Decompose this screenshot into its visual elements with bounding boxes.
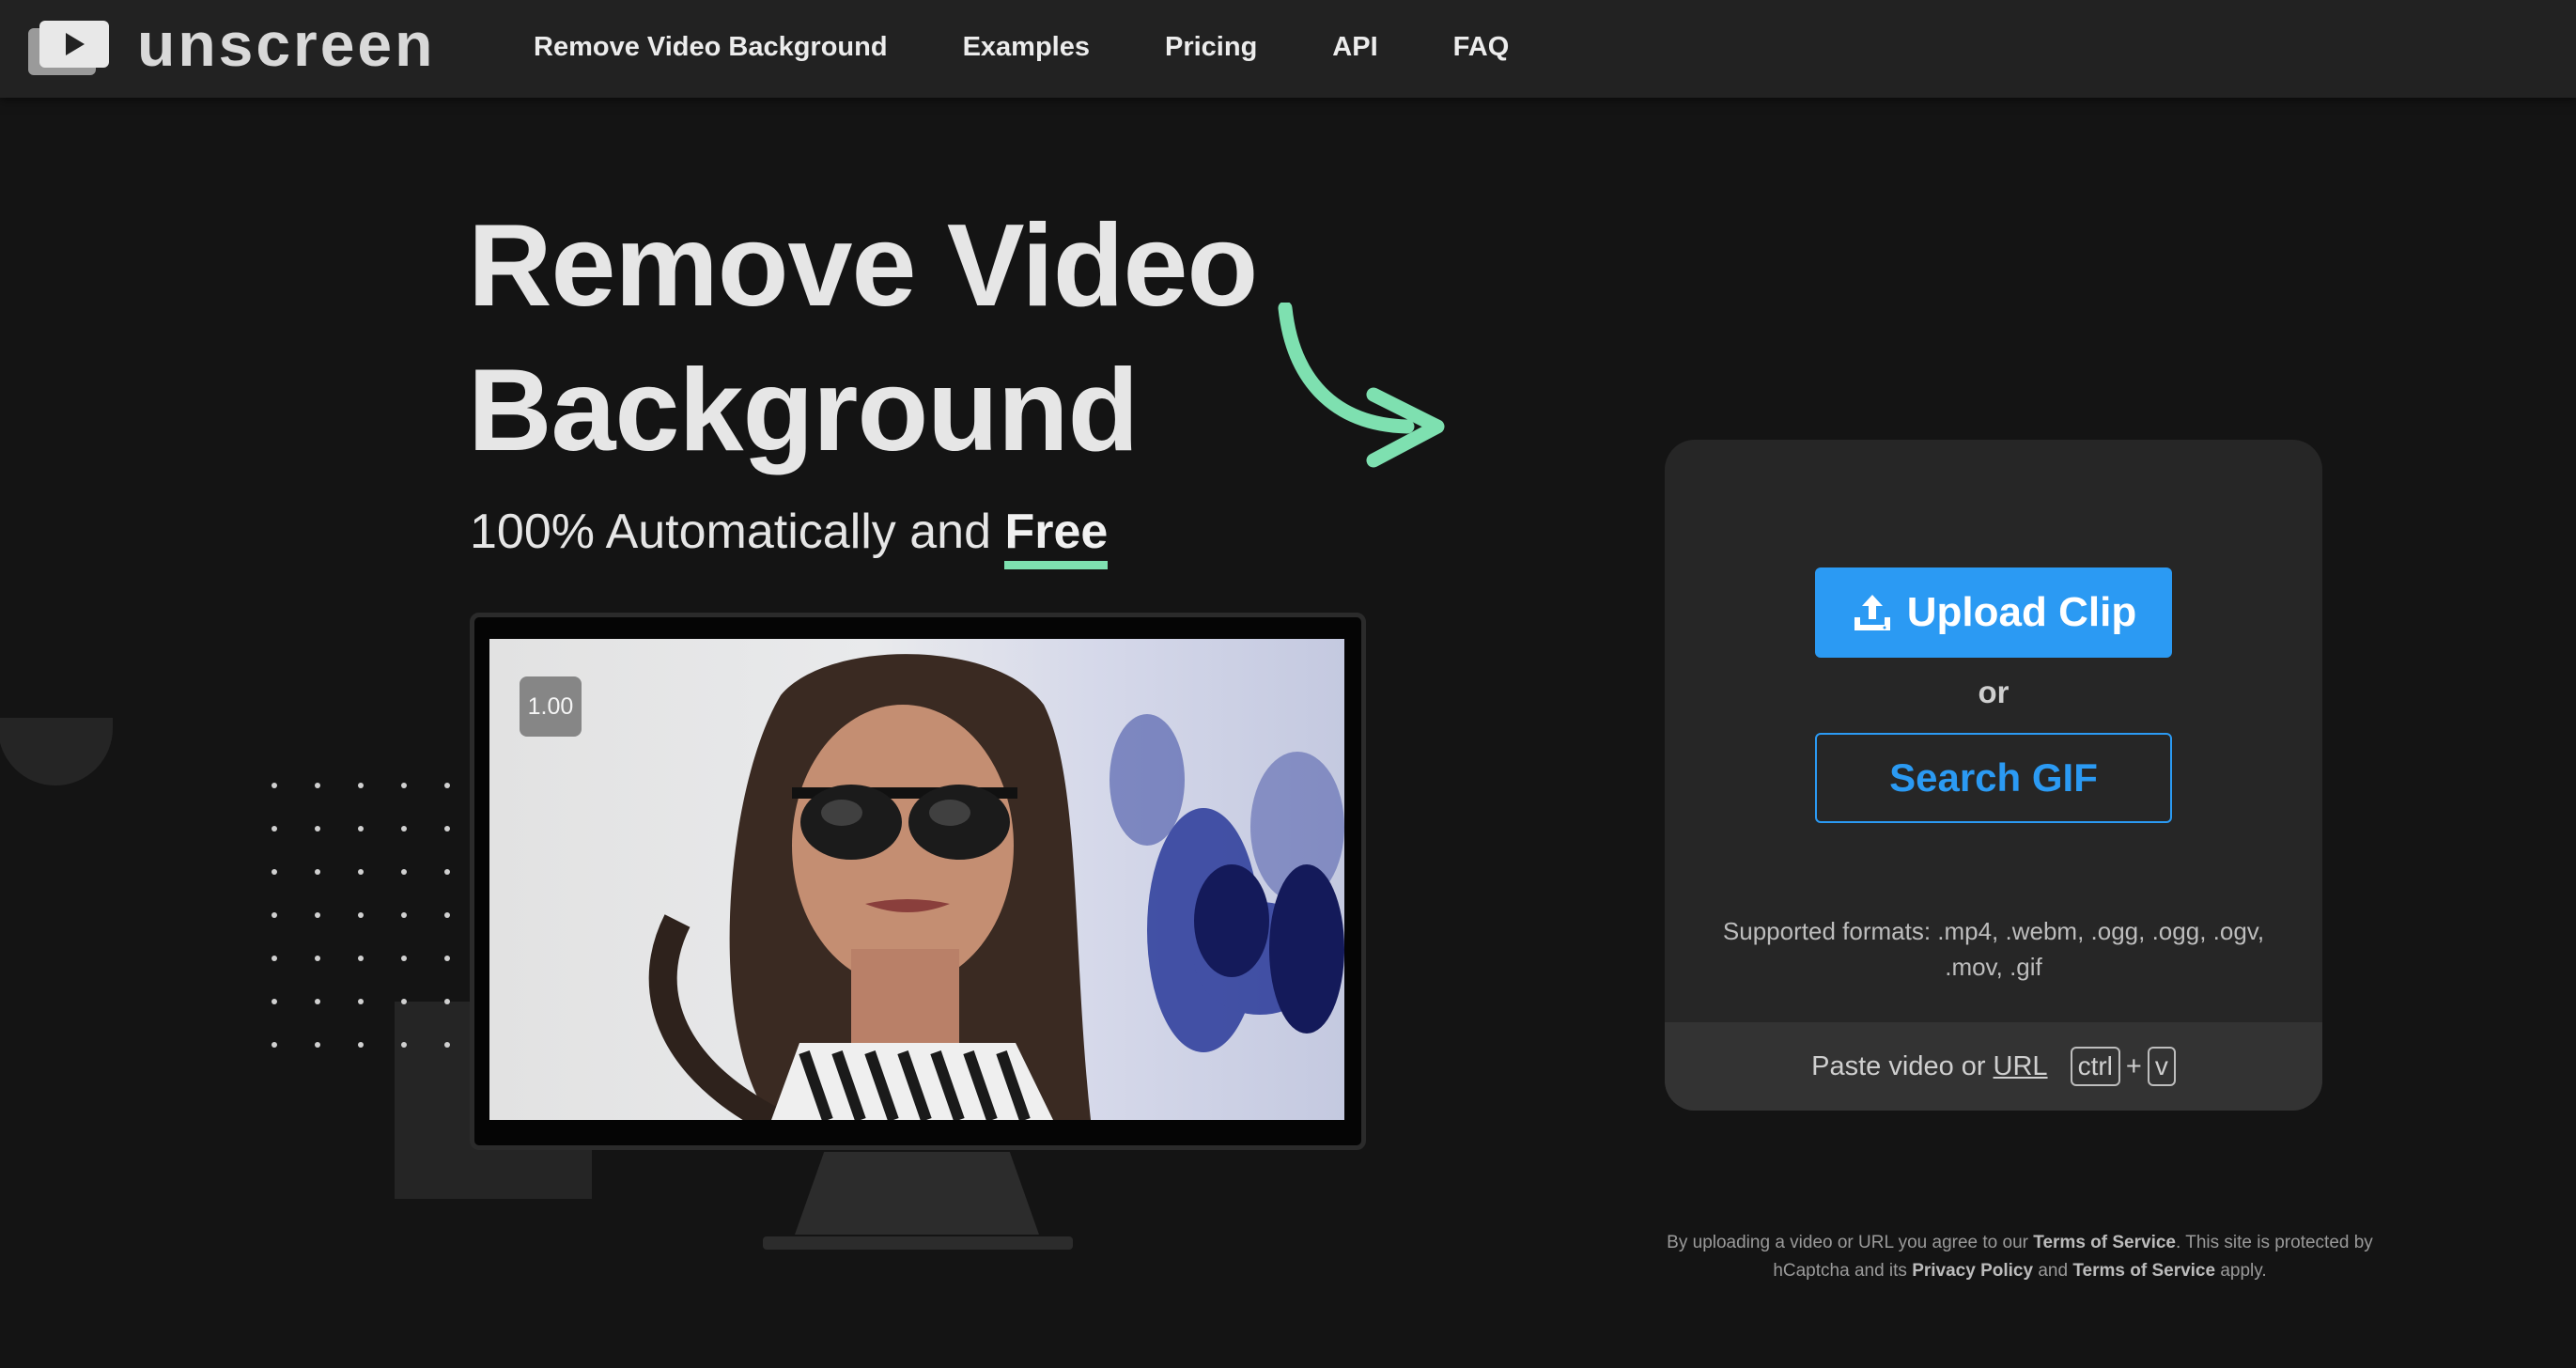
legal-notice: By uploading a video or URL you agree to… (1635, 1229, 2405, 1285)
monitor-frame: 1.00 (470, 613, 1366, 1150)
hcaptcha-terms-link[interactable]: Terms of Service (2072, 1261, 2215, 1281)
or-separator: or (1978, 675, 2010, 709)
upload-card: Upload Clip or Search GIF Supported form… (1665, 440, 2322, 1111)
nav-faq[interactable]: FAQ (1453, 32, 1510, 63)
hero-title-line-1: Remove Video (468, 201, 1258, 331)
nav-remove-video-background[interactable]: Remove Video Background (534, 32, 888, 63)
paste-url-link[interactable]: URL (1994, 1051, 2048, 1082)
hero-subtitle-prefix: 100% Automatically and (470, 505, 1005, 559)
hero-subtitle: 100% Automatically and Free (470, 504, 1109, 569)
hero-title: Remove Video Background (468, 194, 1258, 483)
decorative-dot-grid (272, 783, 450, 1048)
brand-name: unscreen (137, 9, 436, 79)
legal-text-1: By uploading a video or URL you agree to… (1667, 1233, 2034, 1252)
upload-icon (1854, 595, 1890, 630)
upload-clip-button[interactable]: Upload Clip (1815, 567, 2172, 658)
nav-examples[interactable]: Examples (963, 32, 1090, 63)
monitor-base (763, 1236, 1073, 1250)
nav-pricing[interactable]: Pricing (1165, 32, 1257, 63)
upload-clip-label: Upload Clip (1906, 589, 2137, 635)
main-nav: Remove Video Background Examples Pricing… (534, 0, 1584, 94)
video-frame-illustration (648, 654, 1344, 1120)
decorative-half-circle (0, 718, 113, 785)
navbar: unscreen Remove Video Background Example… (0, 0, 2576, 98)
privacy-policy-link[interactable]: Privacy Policy (1912, 1261, 2033, 1281)
terms-of-service-link[interactable]: Terms of Service (2033, 1233, 2176, 1252)
key-v: v (2147, 1047, 2176, 1086)
legal-text-4: apply. (2215, 1261, 2267, 1281)
search-gif-button[interactable]: Search GIF (1815, 733, 2172, 823)
playback-speed-badge[interactable]: 1.00 (520, 676, 582, 737)
monitor-stand (795, 1152, 1039, 1235)
nav-api[interactable]: API (1332, 32, 1377, 63)
legal-text-3: and (2033, 1261, 2073, 1281)
brand-logo-link[interactable]: unscreen (26, 13, 435, 79)
supported-formats: Supported formats: .mp4, .webm, .ogg, .o… (1722, 917, 2265, 981)
key-plus: + (2125, 1050, 2142, 1081)
video-preview[interactable]: 1.00 (489, 639, 1344, 1120)
paste-bar[interactable]: Paste video or URL ctrl + v (1665, 1022, 2322, 1111)
curved-arrow-icon (1278, 303, 1445, 468)
hero-title-line-2: Background (468, 346, 1139, 475)
play-window-icon (28, 21, 109, 75)
hero-subtitle-free: Free (1004, 505, 1109, 569)
paste-label: Paste video or (1811, 1050, 1986, 1081)
key-ctrl: ctrl (2070, 1047, 2120, 1086)
